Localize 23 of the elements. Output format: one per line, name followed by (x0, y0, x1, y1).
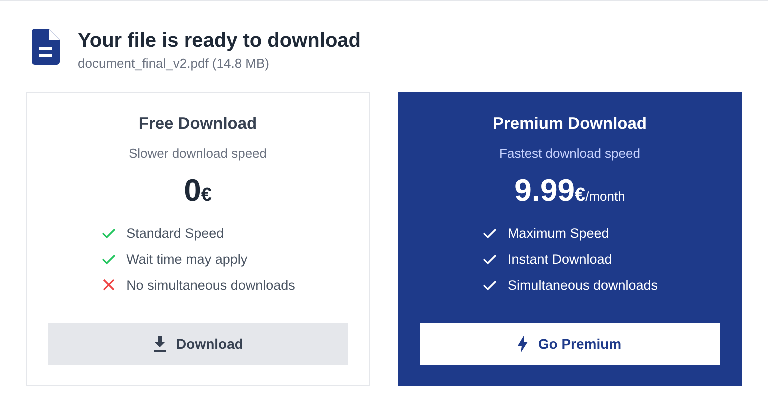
price-currency: € (201, 185, 212, 207)
plan-title: Premium Download (492, 115, 648, 134)
file-name: document_final_v2.pdf (14.8 MB) (78, 56, 270, 71)
price-currency: € (575, 185, 586, 207)
premium-button[interactable]: Go Premium (420, 323, 720, 365)
plan-title: Free Download (138, 115, 258, 134)
feature-label: Simultaneous downloads (508, 278, 658, 292)
feature-label: Wait time may apply (126, 252, 248, 266)
feature-label: No simultaneous downloads (126, 278, 296, 292)
document-icon (32, 29, 60, 65)
price-amount: 0 (184, 173, 202, 209)
feature-label: Standard Speed (126, 226, 224, 240)
price-period: /month (586, 189, 626, 204)
download-button[interactable]: Download (48, 323, 348, 365)
download-icon (152, 336, 167, 352)
plan-subtitle: Slower download speed (128, 146, 268, 161)
plan-subtitle: Fastest download speed (500, 146, 640, 161)
feature-label: Maximum Speed (508, 226, 610, 240)
feature-label: Instant Download (508, 252, 612, 266)
cross-icon (100, 277, 117, 293)
lightning-icon (518, 336, 528, 352)
page-title: Your file is ready to download (78, 30, 361, 53)
price-amount: 9.99 (514, 173, 575, 209)
